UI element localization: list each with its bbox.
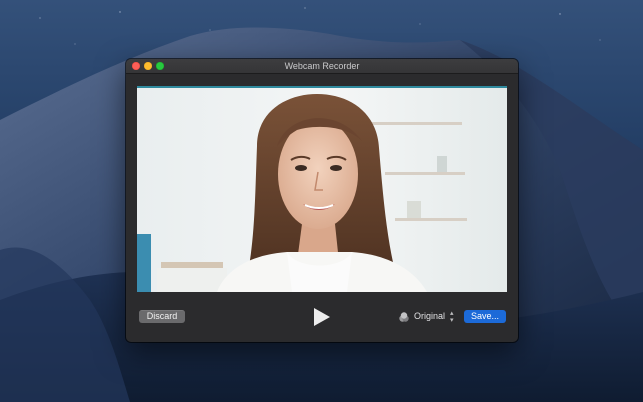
title-bar[interactable]: Webcam Recorder: [126, 59, 518, 74]
webcam-frame-image: [137, 86, 507, 292]
video-preview: [137, 86, 507, 292]
desktop: Webcam Recorder Discard Original ▴ ▾ Sav…: [0, 0, 643, 402]
format-label: Original: [414, 311, 446, 321]
chevron-updown-icon: ▴ ▾: [450, 309, 454, 324]
discard-button[interactable]: Discard: [139, 310, 185, 323]
format-select[interactable]: Original ▴ ▾: [398, 309, 454, 324]
app-window: Webcam Recorder Discard Original ▴ ▾ Sav…: [126, 59, 518, 342]
window-title: Webcam Recorder: [284, 61, 360, 71]
save-button[interactable]: Save...: [464, 310, 506, 323]
play-icon[interactable]: [310, 306, 332, 328]
filter-icon: [399, 311, 409, 322]
